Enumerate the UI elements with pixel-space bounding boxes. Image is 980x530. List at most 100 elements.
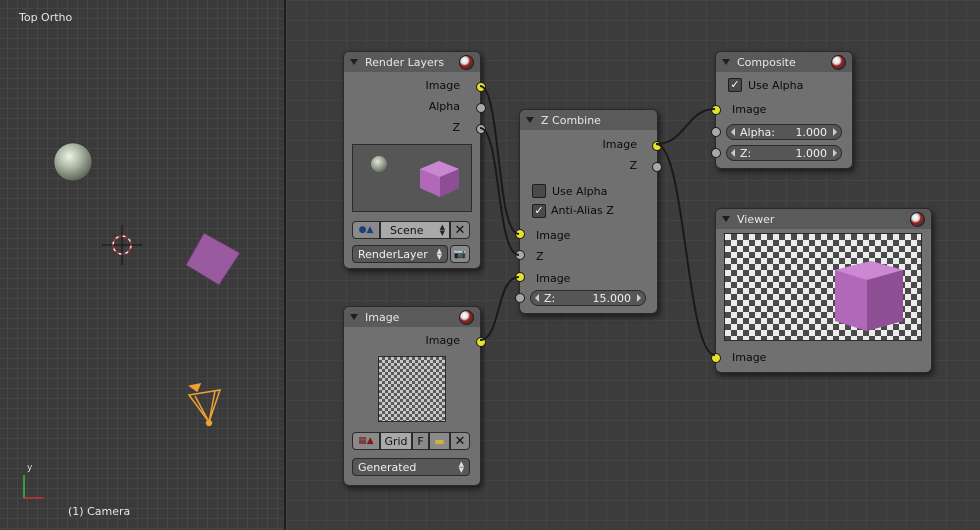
increment-arrow-icon[interactable] — [833, 128, 837, 136]
render-layer-button[interactable]: 📷 — [450, 245, 470, 263]
preview-toggle-icon[interactable] — [459, 55, 474, 70]
node-render-layers[interactable]: Render Layers Image Alpha Z ●▲ Scene ▲ ▼… — [343, 51, 486, 269]
decrement-arrow-icon[interactable] — [731, 149, 735, 157]
scene-name-label: Scene — [390, 223, 424, 237]
z-field-label: Z: — [740, 146, 752, 160]
scene-browse-button[interactable]: ●▲ — [352, 221, 380, 239]
close-icon: ✕ — [454, 222, 466, 238]
decrement-arrow-icon[interactable] — [731, 128, 735, 136]
collapse-triangle-icon[interactable] — [350, 59, 358, 65]
image-source-label: Generated — [358, 460, 417, 474]
use-alpha-checkbox[interactable] — [532, 184, 546, 198]
socket-output-image[interactable] — [476, 337, 486, 347]
link-zc-to-composite — [655, 108, 716, 145]
viewport-scene[interactable] — [0, 0, 284, 530]
output-z-label: Z — [629, 159, 637, 172]
socket-input-image-1[interactable] — [515, 229, 525, 239]
socket-output-z[interactable] — [476, 124, 486, 134]
collapse-triangle-icon[interactable] — [526, 117, 534, 123]
collapse-triangle-icon[interactable] — [722, 59, 730, 65]
collapse-triangle-icon[interactable] — [350, 314, 358, 320]
link-image-to-zc-image2 — [479, 276, 520, 341]
socket-input-image[interactable] — [711, 353, 721, 363]
node-title: Render Layers — [365, 55, 445, 69]
input-z-label: Z — [536, 250, 544, 263]
updown-icon: ▲ ▼ — [458, 460, 464, 474]
output-alpha-label: Alpha — [428, 100, 460, 113]
render-preview-thumbnail — [352, 144, 472, 212]
anti-alias-z-label: Anti-Alias Z — [551, 204, 614, 217]
socket-input-alpha[interactable] — [711, 127, 721, 137]
z-value-field[interactable]: Z: 1.000 — [726, 145, 842, 161]
node-title: Composite — [737, 55, 796, 69]
close-icon: ✕ — [454, 433, 466, 449]
node-header[interactable]: Composite — [716, 52, 852, 72]
node-header[interactable]: Z Combine — [520, 110, 657, 130]
input-image-label: Image — [732, 103, 767, 116]
node-viewer[interactable]: Viewer Image — [711, 208, 932, 373]
increment-arrow-icon[interactable] — [833, 149, 837, 157]
preview-toggle-icon[interactable] — [459, 310, 474, 325]
preview-render — [371, 156, 459, 197]
node-header[interactable]: Image — [344, 307, 480, 327]
socket-input-image-2[interactable] — [515, 272, 525, 282]
camera-object — [187, 382, 222, 427]
socket-input-z-2[interactable] — [515, 293, 525, 303]
z-field-label: Z: — [544, 291, 556, 305]
collapse-triangle-icon[interactable] — [722, 216, 730, 222]
decrement-arrow-icon[interactable] — [535, 294, 539, 302]
image-clear-button[interactable]: ✕ — [450, 432, 470, 450]
folder-icon: ▬ — [434, 434, 445, 448]
viewer-preview-image — [724, 233, 922, 341]
socket-input-z-1[interactable] — [515, 250, 525, 260]
output-image-label: Image — [602, 138, 637, 151]
anti-alias-z-checkbox[interactable]: ✓ — [532, 204, 546, 218]
open-image-button[interactable]: ▬ — [429, 432, 450, 450]
node-header[interactable]: Render Layers — [344, 52, 480, 72]
scene-clear-button[interactable]: ✕ — [450, 221, 470, 239]
image-name-field[interactable]: Grid — [380, 432, 412, 450]
output-z-label: Z — [452, 121, 460, 134]
updown-icon: ▲ ▼ — [439, 223, 445, 237]
link-rl-z-to-zc-z — [479, 127, 520, 256]
alpha-value-field[interactable]: Alpha: 1.000 — [726, 124, 842, 140]
node-z-combine[interactable]: Z Combine Image Z Use Alpha ✓ Anti-Alias… — [515, 109, 662, 314]
image-source-dropdown[interactable]: Generated ▲ ▼ — [352, 458, 470, 476]
image-browse-button[interactable]: ▦▲ — [352, 432, 380, 450]
z-field-value: 15.000 — [592, 291, 632, 305]
increment-arrow-icon[interactable] — [637, 294, 641, 302]
fake-user-button[interactable]: F — [412, 432, 429, 450]
input-image-label: Image — [732, 351, 767, 364]
render-layer-dropdown[interactable]: RenderLayer ▲ ▼ — [352, 245, 448, 263]
fake-user-label: F — [417, 434, 424, 448]
node-title: Viewer — [737, 212, 775, 226]
axis-gizmo-icon — [23, 475, 44, 499]
preview-toggle-icon[interactable] — [831, 55, 846, 70]
socket-output-image[interactable] — [652, 141, 662, 151]
use-alpha-label: Use Alpha — [552, 185, 608, 198]
preview-toggle-icon[interactable] — [910, 212, 925, 227]
use-alpha-label: Use Alpha — [748, 79, 804, 92]
output-image-label: Image — [425, 334, 460, 347]
socket-output-z[interactable] — [652, 162, 662, 172]
scene-name-field[interactable]: Scene ▲ ▼ — [380, 221, 450, 239]
viewer-cube-render — [835, 261, 903, 331]
node-composite[interactable]: Composite ✓ Use Alpha Image Alpha: 1.000… — [711, 51, 853, 169]
socket-input-z[interactable] — [711, 148, 721, 158]
use-alpha-checkbox[interactable]: ✓ — [728, 78, 742, 92]
node-header[interactable]: Viewer — [716, 209, 931, 229]
z-value-field[interactable]: Z: 15.000 — [530, 290, 646, 306]
image-icon: ▦▲ — [358, 436, 374, 446]
node-editor[interactable]: Render Layers Image Alpha Z ●▲ Scene ▲ ▼… — [286, 0, 980, 530]
node-image[interactable]: Image Image ▦▲ Grid F ▬ ✕ Generated ▲ ▼ — [343, 306, 486, 486]
input-image-label-2: Image — [536, 272, 571, 285]
axis-y-label: y — [27, 463, 33, 473]
3d-cursor-icon — [102, 225, 142, 265]
node-title: Image — [365, 310, 400, 324]
socket-output-image[interactable] — [476, 82, 486, 92]
sphere-object — [53, 142, 93, 182]
3d-viewport[interactable]: Top Ortho y (1) Camera — [0, 0, 284, 530]
node-title: Z Combine — [541, 113, 601, 127]
socket-output-alpha[interactable] — [476, 103, 486, 113]
socket-input-image[interactable] — [711, 105, 721, 115]
